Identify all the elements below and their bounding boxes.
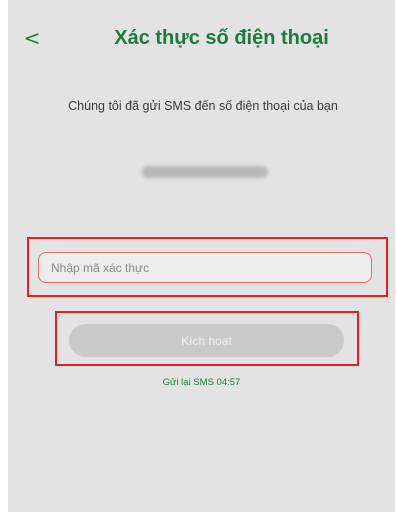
- resend-sms-link[interactable]: Gửi lại SMS 04:57: [8, 376, 395, 390]
- verification-code-input[interactable]: [38, 252, 372, 283]
- page-title: Xác thực số điện thoại: [114, 27, 329, 49]
- verification-screen: < Xác thực số điện thoại Chúng tôi đã gử…: [8, 0, 395, 512]
- back-button[interactable]: <: [22, 26, 42, 50]
- header: < Xác thực số điện thoại: [8, 18, 395, 58]
- activate-button[interactable]: Kích hoạt: [69, 324, 344, 357]
- masked-phone-number: [142, 166, 268, 178]
- sms-sent-message: Chúng tôi đã gửi SMS đến số điện thoại c…: [68, 99, 338, 113]
